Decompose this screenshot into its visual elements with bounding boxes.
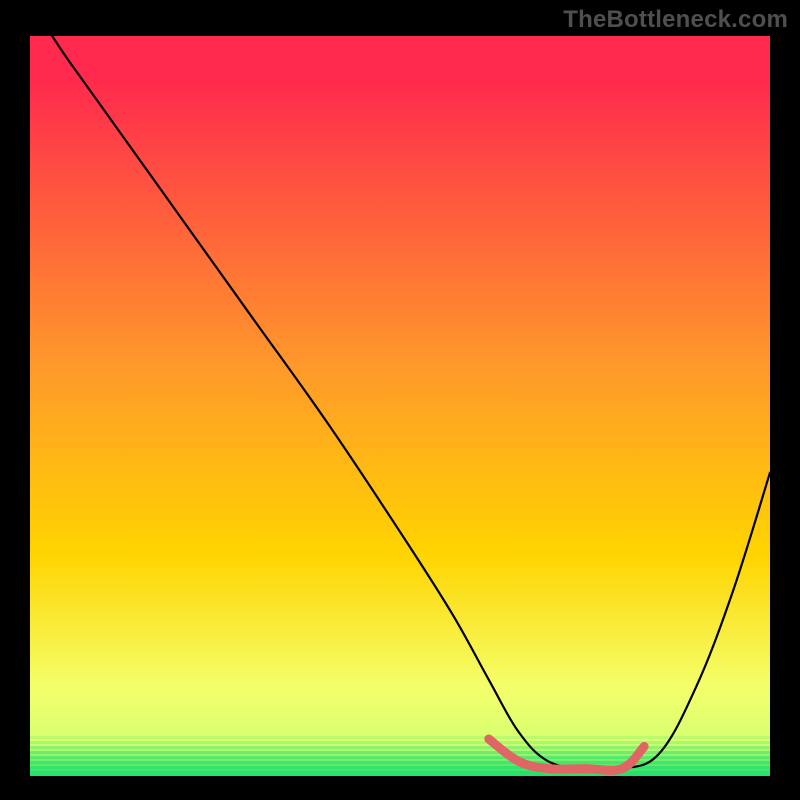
bottleneck-chart xyxy=(0,0,800,800)
plot-background xyxy=(30,36,770,776)
chart-frame: TheBottleneck.com xyxy=(0,0,800,800)
